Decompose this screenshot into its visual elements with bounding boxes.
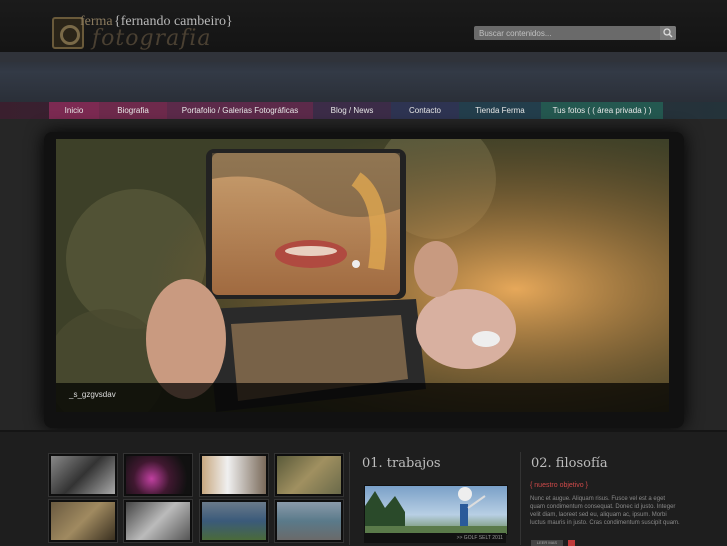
nav-item-contacto[interactable]: Contacto — [391, 102, 459, 119]
gallery-thumbnail[interactable] — [124, 454, 192, 496]
filosofia-title: 02. filosofía — [531, 456, 608, 471]
leer-mas-button[interactable]: LEER MAS — [531, 540, 563, 546]
header-band — [0, 52, 727, 102]
trabajos-title: 01. trabajos — [362, 456, 441, 471]
gallery-thumbnail[interactable] — [49, 454, 117, 496]
slider-caption: _s_gzgvsdav — [56, 383, 669, 412]
search-button[interactable] — [660, 26, 676, 40]
site-logo[interactable]: ferma {fernando cambeiro} fotografia — [52, 14, 233, 52]
search-icon — [663, 28, 673, 38]
column-separator — [349, 452, 350, 545]
search-box — [474, 26, 676, 40]
gallery-thumbnail[interactable] — [200, 454, 268, 496]
search-input[interactable] — [474, 26, 658, 40]
gallery-thumbnail[interactable] — [275, 454, 343, 496]
trabajos-image[interactable] — [364, 485, 508, 535]
gallery-thumbnail[interactable] — [200, 500, 268, 542]
logo-script: fotografia — [92, 26, 212, 51]
column-separator — [520, 452, 521, 545]
objetivo-text: Nunc et augue. Aliquam risus. Fusce vel … — [530, 496, 680, 526]
objetivo-label: { nuestro objetivo } — [530, 482, 588, 489]
main-nav: Inicio Biografia Portafolio / Galerias F… — [49, 102, 663, 119]
slider-photo[interactable] — [56, 139, 669, 412]
nav-item-inicio[interactable]: Inicio — [49, 102, 99, 119]
gallery-thumbnail[interactable] — [49, 500, 117, 542]
nav-item-tus-fotos[interactable]: Tus fotos ( ( área privada ) ) — [541, 102, 663, 119]
header: ferma {fernando cambeiro} fotografia — [0, 0, 727, 52]
slider-caption-text: _s_gzgvsdav — [69, 390, 116, 399]
nav-item-tienda[interactable]: Tienda Ferma — [459, 102, 541, 119]
gallery-thumbnail[interactable] — [124, 500, 192, 542]
trabajos-caption-text: >> GOLF SELT 2011 — [456, 535, 503, 541]
gallery-thumbnail[interactable] — [275, 500, 343, 542]
nav-item-blog[interactable]: Blog / News — [313, 102, 391, 119]
golfer-photo — [365, 487, 507, 534]
trabajos-caption: >> GOLF SELT 2011 — [364, 533, 506, 543]
arrow-right-icon[interactable] — [568, 540, 575, 546]
woman-mirror-photo — [56, 139, 669, 412]
nav-item-biografia[interactable]: Biografia — [99, 102, 167, 119]
nav-item-portafolio[interactable]: Portafolio / Galerias Fotográficas — [167, 102, 313, 119]
